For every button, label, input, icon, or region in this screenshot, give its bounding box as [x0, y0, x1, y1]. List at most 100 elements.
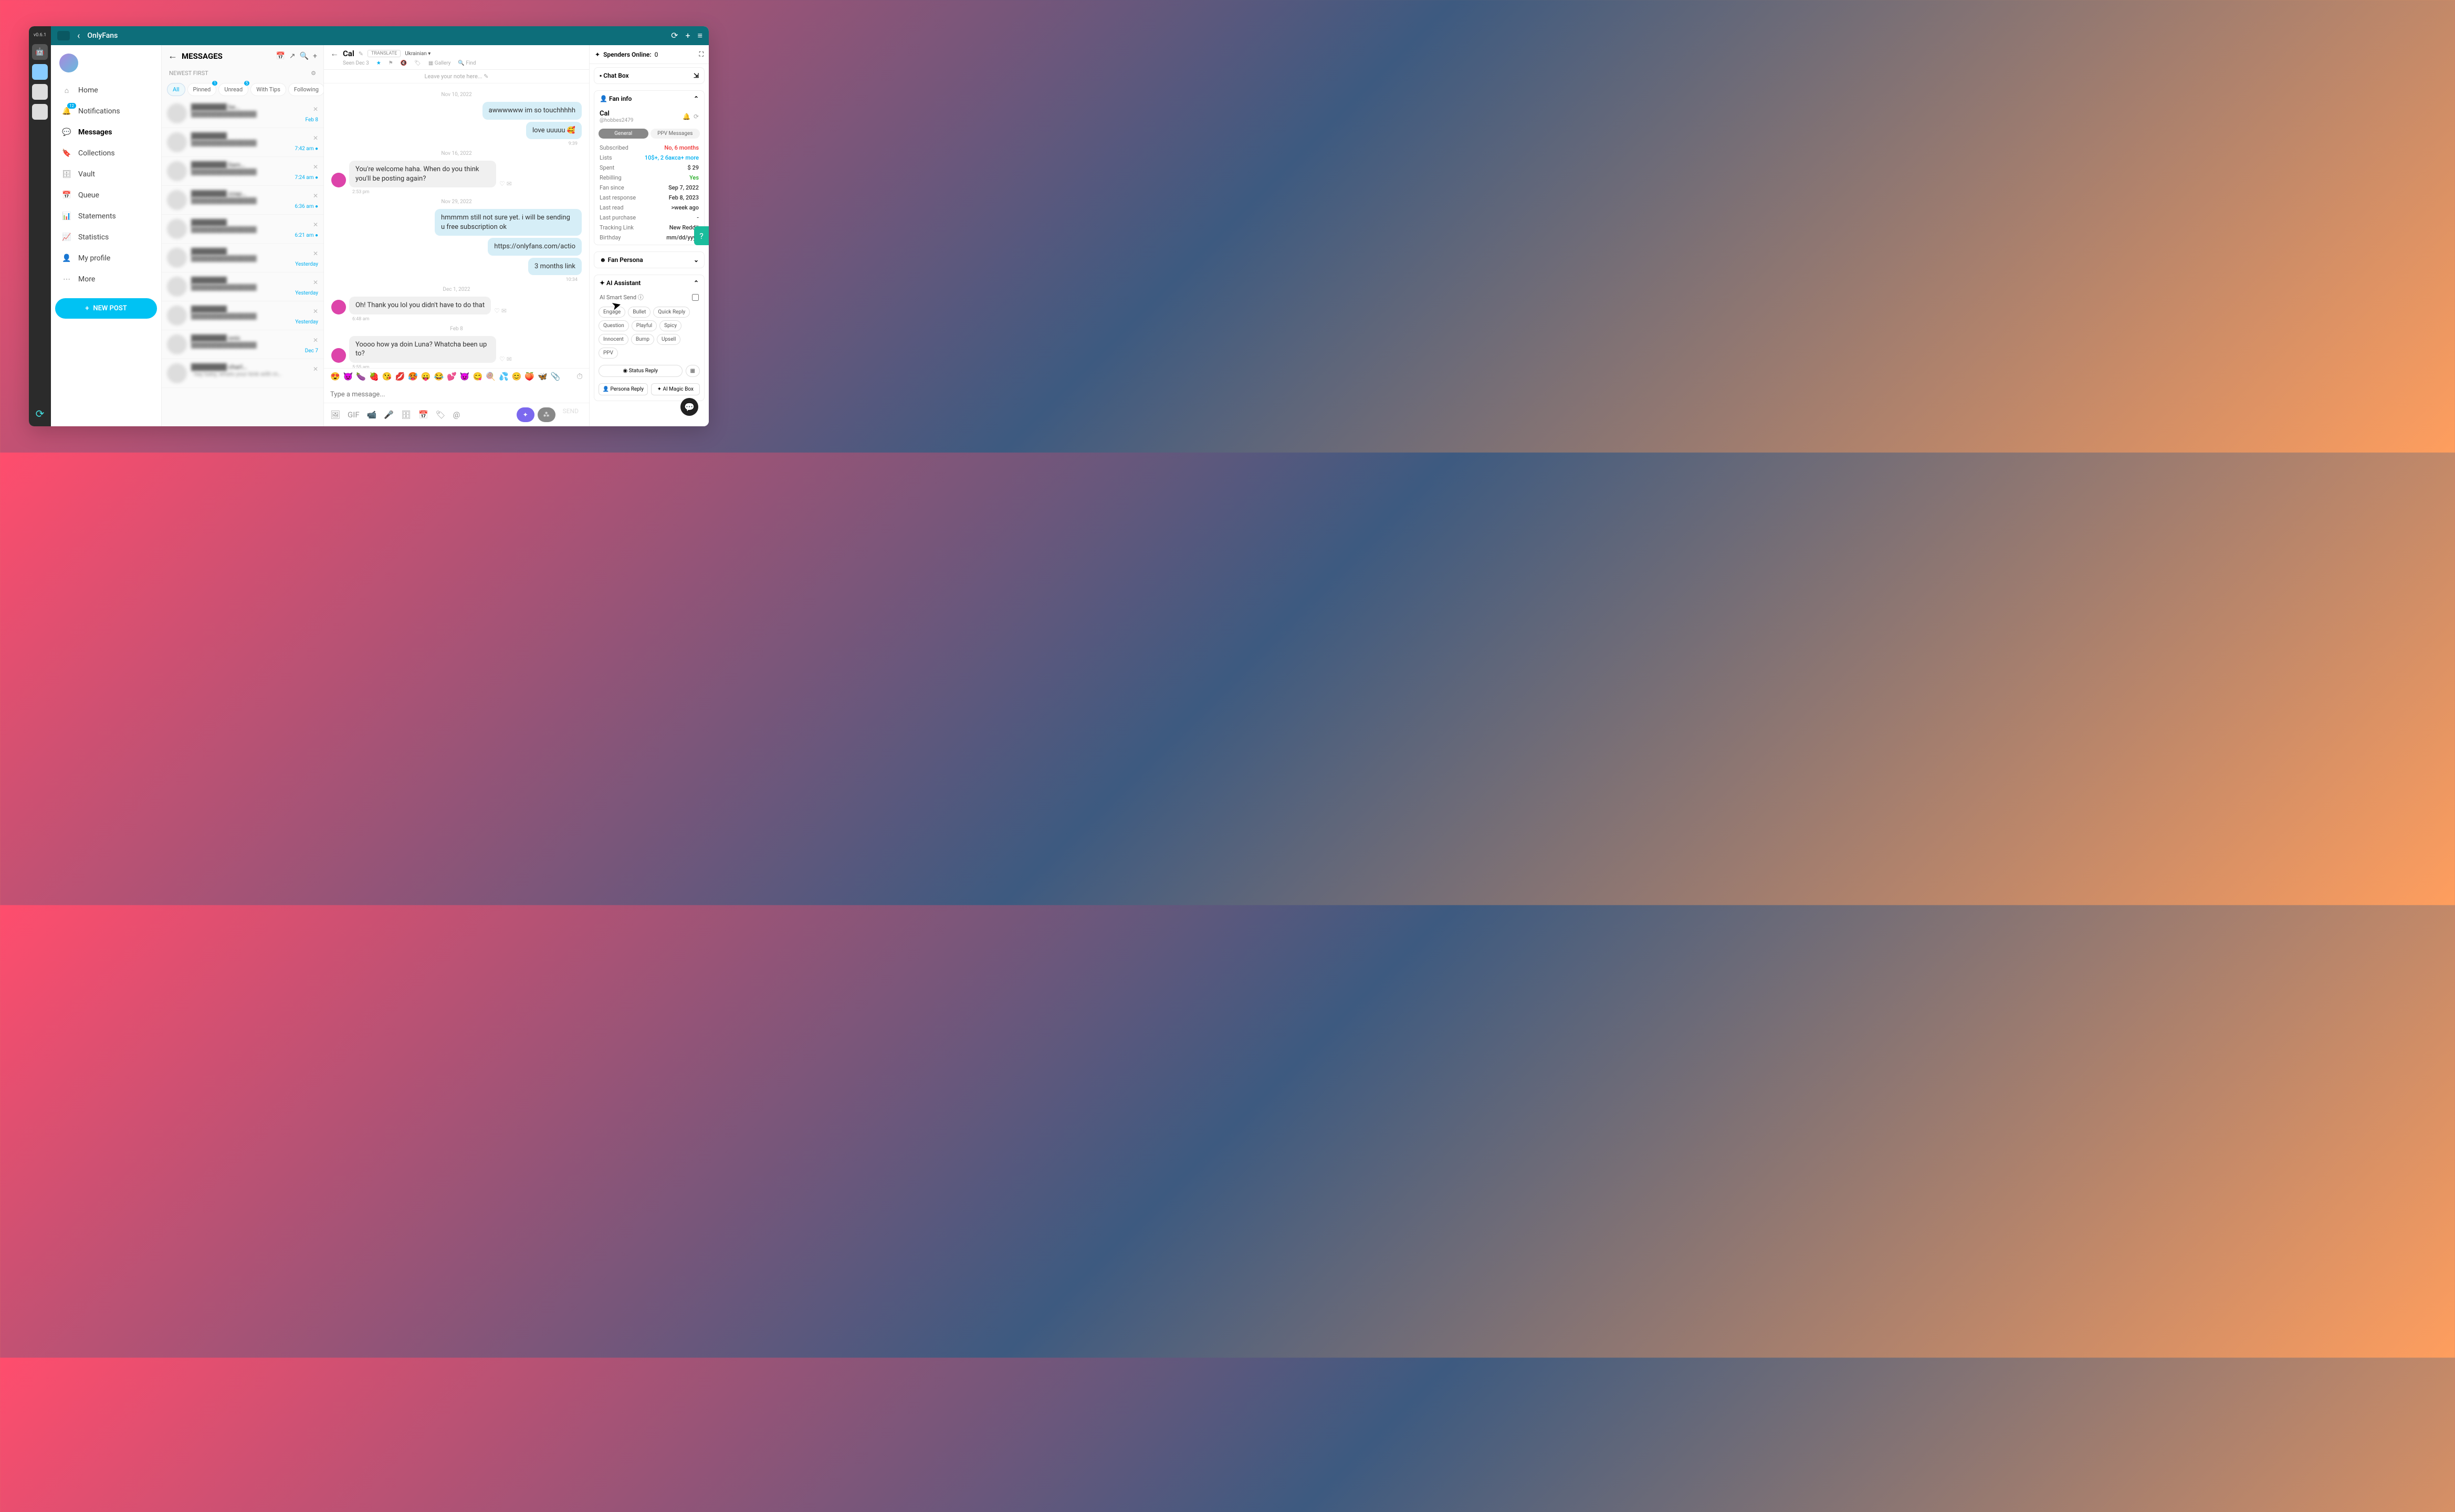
sync-icon[interactable]: ⟳: [36, 407, 45, 420]
sidebar-item-statistics[interactable]: 📈Statistics: [55, 227, 157, 248]
mute-icon[interactable]: 🔇: [401, 60, 407, 66]
timer-icon[interactable]: ⏱: [576, 372, 583, 381]
new-post-button[interactable]: + NEW POST: [55, 298, 157, 319]
plus-icon[interactable]: +: [686, 30, 690, 41]
status-reply-extra-button[interactable]: ▦: [686, 365, 700, 377]
message-input[interactable]: [330, 391, 583, 398]
translate-badge[interactable]: TRANSLATE: [368, 50, 401, 57]
close-icon[interactable]: ✕: [313, 134, 318, 142]
ai-quick-reply-button[interactable]: Quick Reply: [653, 307, 690, 318]
calendar-icon[interactable]: 📅: [276, 52, 285, 60]
back-button[interactable]: ‹: [77, 30, 80, 41]
chat-back-icon[interactable]: ←: [330, 48, 339, 59]
conversation-item[interactable]: ████████ ████████████████ ✕ Yesterday: [162, 272, 323, 301]
export-icon[interactable]: ↗: [289, 52, 296, 60]
filter-unread[interactable]: Unread5: [218, 83, 248, 96]
conversation-item[interactable]: ████████ ████████████████ ✕ Yesterday: [162, 301, 323, 330]
edit-name-icon[interactable]: ✎: [359, 50, 363, 57]
conversation-item[interactable]: ████████ zzap… ████████████████ ✕ 6:36 a…: [162, 186, 323, 215]
gallery-link[interactable]: ▦ Gallery: [428, 60, 451, 66]
emoji-option[interactable]: 🥵: [408, 372, 418, 381]
refresh-icon[interactable]: ⟳: [671, 30, 678, 41]
translate-send-button[interactable]: ⁂: [538, 407, 555, 422]
refresh-fan-icon[interactable]: ⟳: [694, 113, 699, 120]
flag-icon[interactable]: ⚑: [389, 60, 393, 66]
sidebar-item-home[interactable]: ⌂Home: [55, 80, 157, 101]
compose-icon[interactable]: +: [313, 52, 317, 60]
find-link[interactable]: 🔍 Find: [458, 60, 476, 66]
sidebar-item-collections[interactable]: 🔖Collections: [55, 143, 157, 164]
conversation-item[interactable]: ████████ liam… ████████████████ ✕ 7:24 a…: [162, 157, 323, 186]
sidebar-item-notifications[interactable]: 🔔12Notifications: [55, 101, 157, 122]
mention-icon[interactable]: @: [453, 410, 460, 419]
message-actions[interactable]: ♡ ✉: [499, 180, 512, 187]
conversation-item[interactable]: ████████ ████████████████ ✕ Yesterday: [162, 244, 323, 272]
close-icon[interactable]: ✕: [313, 279, 318, 286]
collapse-icon[interactable]: ⇲: [694, 72, 699, 79]
emoji-option[interactable]: 💦: [499, 372, 509, 381]
tab-thumbnail-icon[interactable]: [57, 31, 70, 40]
emoji-option[interactable]: 🍭: [486, 372, 496, 381]
emoji-option[interactable]: 😂: [434, 372, 444, 381]
info-icon[interactable]: ⓘ: [638, 294, 644, 301]
ai-ppv-button[interactable]: PPV: [599, 348, 618, 359]
sidebar-item-more[interactable]: ⋯More: [55, 269, 157, 290]
ai-smart-send-toggle[interactable]: [692, 294, 699, 301]
ai-innocent-button[interactable]: Innocent: [599, 334, 628, 345]
star-icon[interactable]: ★: [376, 60, 381, 66]
expand-icon[interactable]: ⛶: [699, 50, 704, 58]
sidebar-item-vault[interactable]: 🗄Vault: [55, 164, 157, 185]
ai-playful-button[interactable]: Playful: [632, 320, 657, 331]
sidebar-item-messages[interactable]: 💬Messages: [55, 122, 157, 143]
tag-icon[interactable]: 🏷: [414, 60, 421, 66]
emoji-option[interactable]: 🦋: [538, 372, 548, 381]
close-icon[interactable]: ✕: [313, 163, 318, 171]
emoji-option[interactable]: 💕: [447, 372, 457, 381]
ai-spicy-button[interactable]: Spicy: [659, 320, 681, 331]
close-icon[interactable]: ✕: [313, 337, 318, 344]
attachment-icon[interactable]: 📎: [551, 372, 561, 381]
ai-question-button[interactable]: Question: [599, 320, 629, 331]
ai-engage-button[interactable]: Engage: [599, 307, 625, 318]
close-icon[interactable]: ✕: [313, 365, 318, 373]
conversation-item[interactable]: ████████ charl… · hey baby, whats your k…: [162, 359, 323, 388]
notify-icon[interactable]: 🔔: [683, 113, 690, 120]
language-select[interactable]: Ukrainian ▾: [405, 51, 431, 57]
filter-pinned[interactable]: Pinned1: [187, 83, 217, 96]
conversation-item[interactable]: ████████ be… ████████████████ ✕ Feb 8: [162, 99, 323, 128]
image-icon[interactable]: 🖼: [330, 410, 340, 419]
conversation-item[interactable]: ████████ ████████████████ ✕ 7:42 am ●: [162, 128, 323, 157]
emoji-option[interactable]: 😊: [512, 372, 522, 381]
rail-avatar-1[interactable]: [32, 64, 48, 80]
emoji-option[interactable]: 😈: [460, 372, 470, 381]
sidebar-item-my-profile[interactable]: 👤My profile: [55, 248, 157, 269]
user-avatar[interactable]: [59, 54, 78, 72]
mic-icon[interactable]: 🎤: [384, 410, 394, 419]
support-chat-fab[interactable]: 💬: [680, 398, 698, 416]
emoji-option[interactable]: 🍑: [524, 372, 534, 381]
ai-magic-box-button[interactable]: ✦ AI Magic Box: [651, 383, 700, 395]
ai-upsell-button[interactable]: Upsell: [657, 334, 680, 345]
rail-avatar-3[interactable]: [32, 104, 48, 120]
menu-icon[interactable]: ≡: [698, 30, 702, 41]
emoji-picker[interactable]: 😍😈🍆🍓😘💋🥵😛😂💕😈😋🍭💦😊🍑🦋📎⏱: [324, 368, 589, 384]
emoji-option[interactable]: 🍆: [356, 372, 366, 381]
conversation-item[interactable]: ████████ onic ████████████████ ✕ Dec 7: [162, 330, 323, 359]
sidebar-item-queue[interactable]: 📅Queue: [55, 185, 157, 206]
send-button[interactable]: SEND: [559, 407, 583, 422]
emoji-option[interactable]: 😈: [343, 372, 353, 381]
filter-all[interactable]: All: [167, 83, 185, 96]
emoji-option[interactable]: 😍: [330, 372, 340, 381]
note-field[interactable]: Leave your note here... ✎: [324, 70, 589, 83]
tab-ppv-messages[interactable]: PPV Messages: [651, 129, 700, 139]
close-icon[interactable]: ✕: [313, 192, 318, 200]
emoji-option[interactable]: 💋: [395, 372, 405, 381]
emoji-option[interactable]: 😋: [473, 372, 483, 381]
close-icon[interactable]: ✕: [313, 221, 318, 228]
video-icon[interactable]: 📹: [367, 410, 377, 419]
emoji-option[interactable]: 🍓: [369, 372, 379, 381]
emoji-option[interactable]: 😛: [421, 372, 431, 381]
status-reply-button[interactable]: ◉ Status Reply: [599, 365, 683, 377]
message-actions[interactable]: ♡ ✉: [499, 355, 512, 363]
conversation-item[interactable]: ████████ ████████████████ ✕ 6:21 am ●: [162, 215, 323, 244]
